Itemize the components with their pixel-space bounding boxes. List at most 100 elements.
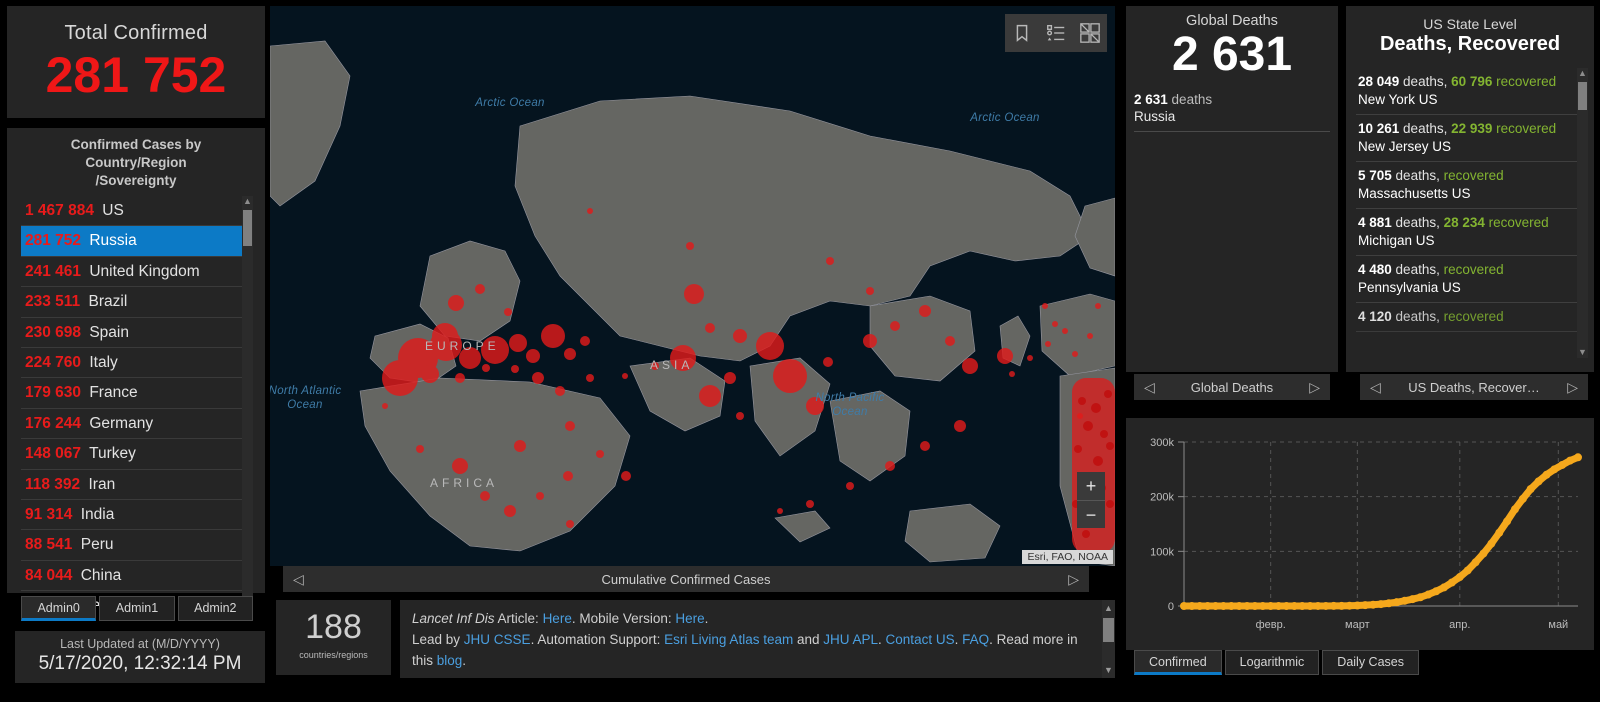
us-nav-bar[interactable]: ◁ US Deaths, Recover… ▷ — [1360, 374, 1588, 400]
chart-tab-confirmed[interactable]: Confirmed — [1134, 650, 1222, 675]
country-list-scrollbar[interactable]: ▲ ▼ — [242, 196, 253, 606]
us-scrollbar-thumb[interactable] — [1578, 82, 1587, 110]
us-state-row[interactable]: 10 261 deaths, 22 939 recovered New Jerse… — [1356, 115, 1588, 162]
us-list-scrollbar[interactable]: ▲ ▼ — [1577, 68, 1588, 358]
country-row[interactable]: 241 461 United Kingdom — [21, 257, 253, 288]
country-list-title-line1: Confirmed Cases by Country/Region — [70, 137, 202, 170]
credits-scroll-up-icon[interactable]: ▲ — [1102, 602, 1115, 614]
global-deaths-value: 2 631 — [1171, 28, 1293, 81]
credits-panel: Lancet Inf Dis Article: Here. Mobile Ver… — [400, 600, 1115, 678]
map-toolbar[interactable] — [1005, 14, 1107, 52]
us-row-recovered-word: recovered — [1488, 215, 1549, 230]
deaths-prev-icon[interactable]: ◁ — [1144, 379, 1155, 396]
us-row-state: Michigan US — [1358, 233, 1435, 248]
country-row-name: India — [80, 505, 115, 523]
us-state-list[interactable]: 28 049 deaths, 60 796 recovered New York … — [1356, 68, 1588, 358]
us-next-icon[interactable]: ▷ — [1567, 379, 1578, 396]
last-updated-label: Last Updated at (M/D/YYYY) — [60, 637, 220, 651]
chart-tab-bar[interactable]: Confirmed Logarithmic Daily Cases — [1134, 650, 1424, 675]
countries-count-panel: 188 countries/regions — [276, 600, 391, 675]
deaths-nav-title: Global Deaths — [1190, 379, 1274, 395]
deaths-next-icon[interactable]: ▷ — [1309, 379, 1320, 396]
map-canvas[interactable] — [270, 6, 1115, 566]
country-row[interactable]: 148 067 Turkey — [21, 439, 253, 470]
credits-scrollbar-thumb[interactable] — [1103, 618, 1114, 642]
us-scroll-up-icon[interactable]: ▲ — [1577, 68, 1588, 79]
us-scroll-down-icon[interactable]: ▼ — [1577, 347, 1588, 358]
country-row[interactable]: 176 244 Germany — [21, 409, 253, 440]
us-row-state: Massachusetts US — [1358, 186, 1471, 201]
us-row-deaths-word: deaths, — [1391, 215, 1444, 230]
us-state-row[interactable]: 4 881 deaths, 28 234 recovered Michigan U… — [1356, 209, 1588, 256]
country-row[interactable]: 233 511 Brazil — [21, 287, 253, 318]
country-row[interactable]: 230 698 Spain — [21, 318, 253, 348]
us-state-row[interactable]: 4 480 deaths, recovered Pennsylvania US — [1356, 256, 1588, 303]
link-jhu-apl[interactable]: JHU APL — [823, 632, 878, 647]
admin-tab-admin2[interactable]: Admin2 — [177, 596, 253, 621]
scroll-up-icon[interactable]: ▲ — [242, 196, 253, 207]
credits-scroll-down-icon[interactable]: ▼ — [1102, 664, 1115, 676]
zoom-out-button[interactable]: − — [1077, 501, 1105, 529]
global-deaths-nav-bar[interactable]: ◁ Global Deaths ▷ — [1134, 374, 1330, 400]
admin-tab-bar[interactable]: Admin0 Admin1 Admin2 — [21, 596, 253, 621]
bookmark-icon[interactable] — [1011, 22, 1033, 44]
us-state-row[interactable]: 5 705 deaths, recovered Massachusetts US — [1356, 162, 1588, 209]
chart-data-point — [1463, 566, 1472, 575]
us-state-row[interactable]: 28 049 deaths, 60 796 recovered New York … — [1356, 68, 1588, 115]
link-jhu-csse[interactable]: JHU CSSE — [464, 632, 531, 647]
country-row[interactable]: 84 044 China — [21, 561, 253, 592]
country-row-name: Italy — [89, 353, 118, 371]
country-row-value: 224 760 — [25, 353, 82, 371]
credits-scrollbar[interactable]: ▲ ▼ — [1102, 600, 1115, 678]
chart-data-point — [1180, 602, 1188, 610]
link-faq[interactable]: FAQ — [962, 632, 989, 647]
us-row-recovered-word: recovered — [1496, 74, 1557, 89]
us-prev-icon[interactable]: ◁ — [1370, 379, 1381, 396]
chart-data-point — [1274, 602, 1283, 610]
chart-data-point — [1400, 596, 1409, 605]
total-confirmed-panel: Total Confirmed 281 752 — [7, 6, 265, 118]
map-prev-icon[interactable]: ◁ — [293, 571, 304, 588]
link-blog[interactable]: blog — [437, 653, 463, 668]
country-list[interactable]: 1 467 884 US 281 752 Russia 241 461 United… — [21, 196, 253, 606]
basemap-gallery-icon[interactable] — [1079, 22, 1101, 44]
chart-data-point — [1219, 602, 1228, 610]
link-here-mobile[interactable]: Here — [675, 611, 704, 626]
country-row[interactable]: 88 541 Peru — [21, 530, 253, 561]
countries-count-label: countries/regions — [299, 650, 368, 660]
chart-tab-daily-cases[interactable]: Daily Cases — [1322, 650, 1419, 675]
last-updated-panel: Last Updated at (M/D/YYYY) 5/17/2020, 12… — [15, 631, 265, 683]
chart-tab-logarithmic[interactable]: Logarithmic — [1224, 650, 1320, 675]
link-here-article[interactable]: Here — [543, 611, 572, 626]
global-deaths-title: Global Deaths — [1186, 13, 1278, 29]
country-row[interactable]: 224 760 Italy — [21, 348, 253, 379]
country-row-name: China — [80, 566, 122, 584]
chart-data-point — [1455, 573, 1464, 582]
country-list-panel: Confirmed Cases by Country/Region /Sover… — [7, 128, 265, 606]
country-row[interactable]: 281 752 Russia — [21, 226, 253, 257]
legend-icon[interactable] — [1045, 22, 1067, 44]
link-contact-us[interactable]: Contact US — [886, 632, 955, 647]
map-nav-bar[interactable]: ◁ Cumulative Confirmed Cases ▷ — [283, 566, 1089, 592]
chart-data-point — [1306, 601, 1315, 610]
chart-y-tick-label: 300k — [1150, 437, 1174, 449]
scrollbar-thumb[interactable] — [243, 210, 252, 246]
us-row-deaths: 4 120 — [1358, 309, 1392, 324]
country-row[interactable]: 1 467 884 US — [21, 196, 253, 227]
admin-tab-admin1[interactable]: Admin1 — [99, 596, 175, 621]
map-zoom-controls[interactable]: + − — [1077, 472, 1105, 528]
us-state-row[interactable]: 4 120 deaths, recovered — [1356, 303, 1588, 332]
chart-x-tick-label: февр. — [1256, 619, 1286, 631]
credits-sep1: . — [878, 632, 886, 647]
map-view[interactable]: Arctic Ocean Arctic Ocean North Atlantic… — [270, 6, 1115, 566]
country-row-value: 91 314 — [25, 505, 73, 523]
country-row[interactable]: 118 392 Iran — [21, 470, 253, 500]
link-esri-living-atlas[interactable]: Esri Living Atlas team — [664, 632, 793, 647]
country-row[interactable]: 91 314 India — [21, 500, 253, 531]
map-next-icon[interactable]: ▷ — [1068, 571, 1079, 588]
left-column: Total Confirmed 281 752 Confirmed Cases … — [7, 6, 265, 696]
admin-tab-admin0[interactable]: Admin0 — [21, 596, 97, 621]
country-row[interactable]: 179 630 France — [21, 378, 253, 409]
chart-data-point — [1566, 456, 1575, 465]
zoom-in-button[interactable]: + — [1077, 472, 1105, 501]
